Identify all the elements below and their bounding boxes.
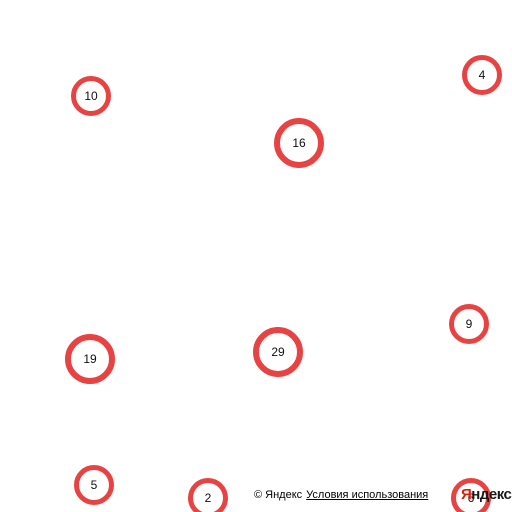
yandex-logo[interactable]: Яндекс bbox=[461, 486, 512, 503]
cluster-count: 16 bbox=[292, 136, 306, 150]
cluster-marker[interactable]: 10 bbox=[71, 76, 111, 116]
cluster-count: 9 bbox=[465, 317, 473, 331]
cluster-count: 5 bbox=[90, 478, 98, 492]
cluster-marker[interactable]: 4 bbox=[462, 55, 502, 95]
map-copyright: © Яндекс Условия использования bbox=[252, 486, 431, 504]
cluster-count: 4 bbox=[478, 68, 486, 82]
copyright-text: © Яндекс bbox=[254, 489, 303, 501]
map-canvas[interactable]: 10 16 4 9 19 29 5 2 6 © Яндекс Условия и… bbox=[0, 0, 512, 512]
yandex-logo-text: ндекс bbox=[471, 486, 512, 503]
cluster-marker[interactable]: 2 bbox=[188, 478, 228, 512]
cluster-count: 2 bbox=[204, 491, 212, 505]
cluster-marker[interactable]: 16 bbox=[274, 118, 324, 168]
cluster-marker[interactable]: 19 bbox=[65, 334, 115, 384]
cluster-count: 10 bbox=[84, 89, 98, 103]
cluster-marker[interactable]: 5 bbox=[74, 465, 114, 505]
cluster-marker[interactable]: 9 bbox=[449, 304, 489, 344]
terms-of-use-link[interactable]: Условия использования bbox=[306, 489, 428, 501]
yandex-logo-letter: Я bbox=[461, 486, 472, 503]
cluster-count: 29 bbox=[271, 345, 285, 359]
cluster-marker[interactable]: 29 bbox=[253, 327, 303, 377]
cluster-count: 19 bbox=[83, 352, 97, 366]
